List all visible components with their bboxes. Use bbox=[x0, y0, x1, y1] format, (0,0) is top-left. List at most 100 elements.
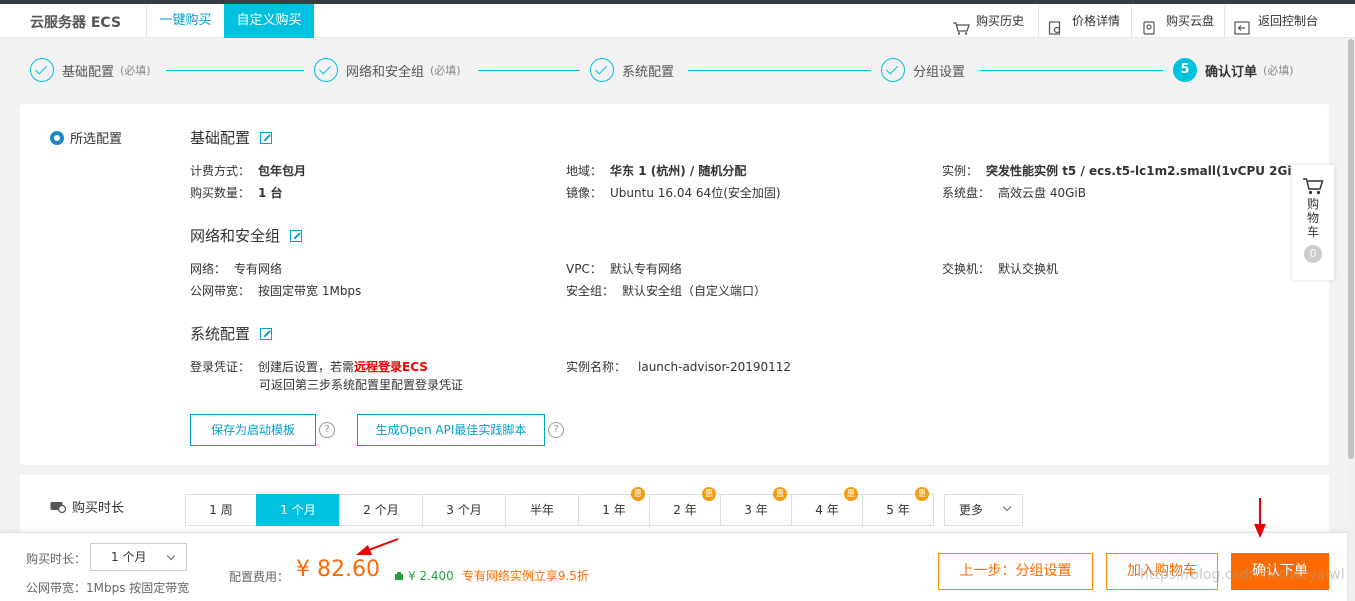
nav-buy-disk[interactable]: 购买云盘 bbox=[1142, 4, 1214, 38]
vpc-row: VPC： 默认专有网络 bbox=[566, 260, 682, 277]
divider bbox=[1224, 4, 1225, 38]
system-disk-row: 系统盘： 高效云盘 40GiB bbox=[942, 184, 1086, 201]
step-connector bbox=[688, 70, 871, 71]
help-icon[interactable]: ? bbox=[319, 422, 335, 438]
discount-badge: 惠 bbox=[915, 487, 929, 501]
duration-option[interactable]: 1 周 bbox=[185, 494, 257, 526]
duration-title: 购买时长 bbox=[50, 497, 124, 516]
nav-back-console[interactable]: 返回控制台 bbox=[1234, 4, 1318, 38]
check-icon bbox=[30, 58, 54, 82]
footer-duration-label: 购买时长： bbox=[26, 552, 87, 566]
tab-quick-buy[interactable]: 一键购买 bbox=[146, 4, 224, 38]
nav-purchase-history[interactable]: 购买历史 bbox=[952, 4, 1024, 38]
price-value: ¥ 82.60 bbox=[296, 557, 380, 582]
shopping-cart-panel[interactable]: 购物车 0 bbox=[1292, 165, 1334, 280]
save-template-button[interactable]: 保存为启动模板 bbox=[190, 414, 316, 446]
nav-label: 购买历史 bbox=[976, 14, 1025, 28]
duration-option-2y[interactable]: 2 年惠 bbox=[649, 487, 721, 526]
key: VPC： bbox=[566, 262, 602, 276]
tab-custom-buy[interactable]: 自定义购买 bbox=[224, 4, 314, 38]
duration-option-4y[interactable]: 4 年惠 bbox=[791, 487, 863, 526]
key: 系统盘： bbox=[942, 186, 991, 200]
duration-option-5y[interactable]: 5 年惠 bbox=[862, 487, 934, 526]
nav-price-details[interactable]: 价格详情 bbox=[1048, 4, 1120, 38]
step-label: 分组设置 bbox=[913, 64, 966, 80]
login-row: 登录凭证： 创建后设置，若需远程登录ECS bbox=[190, 358, 428, 375]
value: 创建后设置，若需 bbox=[258, 360, 355, 374]
prev-step-button[interactable]: 上一步：分组设置 bbox=[938, 553, 1093, 590]
key: 实例名称： bbox=[566, 360, 627, 374]
nav-label: 返回控制台 bbox=[1258, 14, 1319, 28]
nav-label: 购买云盘 bbox=[1166, 14, 1215, 28]
key: 实例： bbox=[942, 164, 979, 178]
scrollbar[interactable] bbox=[1347, 39, 1355, 601]
value: 默认安全组（自定义端口） bbox=[622, 284, 767, 298]
progress-steps: 基础配置 (必填) 网络和安全组 (必填) 系统配置 分组设置 5 确认订单 (… bbox=[0, 39, 1347, 103]
value: 华东 1 (杭州) / 随机分配 bbox=[610, 164, 747, 178]
saving-icon bbox=[395, 571, 403, 580]
generate-api-script-button[interactable]: 生成Open API最佳实践脚本 bbox=[357, 414, 545, 446]
remote-login-link[interactable]: 远程登录ECS bbox=[354, 360, 428, 374]
value: 默认交换机 bbox=[998, 262, 1059, 276]
duration-option-selected[interactable]: 1 个月 bbox=[256, 494, 340, 526]
quantity-row: 购买数量： 1 台 bbox=[190, 184, 283, 201]
edit-icon[interactable] bbox=[290, 229, 303, 242]
chevron-down-icon bbox=[1002, 502, 1012, 512]
order-footer: 购买时长： 1 个月 公网带宽：1Mbps 按固定带宽 配置费用： ¥ 82.6… bbox=[0, 532, 1347, 601]
step-group[interactable]: 分组设置 bbox=[881, 58, 965, 82]
option-label: 3 年 bbox=[744, 503, 768, 517]
value: 默认专有网络 bbox=[609, 262, 682, 276]
key: 网络： bbox=[190, 262, 227, 276]
edit-icon[interactable] bbox=[260, 327, 273, 340]
edit-icon[interactable] bbox=[260, 131, 273, 144]
value: 高效云盘 40GiB bbox=[998, 186, 1086, 200]
vswitch-row: 交换机： 默认交换机 bbox=[942, 260, 1058, 277]
selected-config-title: 所选配置 bbox=[50, 128, 122, 147]
heading-text: 基础配置 bbox=[190, 129, 251, 147]
key: 地域： bbox=[566, 164, 603, 178]
card-icon bbox=[50, 501, 66, 513]
back-icon bbox=[1234, 14, 1250, 35]
option-label: 5 年 bbox=[886, 503, 910, 517]
confirm-order-button[interactable]: 确认下单 bbox=[1231, 553, 1329, 590]
cart-count: 0 bbox=[1304, 245, 1322, 263]
divider bbox=[1038, 4, 1039, 38]
annotation-arrow-price bbox=[356, 538, 399, 555]
step-connector bbox=[166, 70, 304, 71]
duration-option[interactable]: 半年 bbox=[505, 494, 579, 526]
option-label: 2 年 bbox=[673, 503, 697, 517]
top-bar: 云服务器 ECS 一键购买 自定义购买 购买历史 价格详情 购买云盘 返回控制台 bbox=[0, 4, 1355, 38]
step-required: (必填) bbox=[1263, 64, 1294, 77]
key: 公网带宽： bbox=[190, 284, 251, 298]
key: 镜像： bbox=[566, 186, 603, 200]
help-icon[interactable]: ? bbox=[548, 422, 564, 438]
value: 1 台 bbox=[258, 186, 283, 200]
duration-option[interactable]: 3 个月 bbox=[422, 494, 506, 526]
duration-option-3y[interactable]: 3 年惠 bbox=[720, 487, 792, 526]
step-basic[interactable]: 基础配置 (必填) bbox=[30, 58, 151, 82]
region-row: 地域： 华东 1 (杭州) / 随机分配 bbox=[566, 162, 746, 179]
value: Ubuntu 16.04 64位(安全加固) bbox=[610, 186, 781, 200]
document-icon bbox=[1048, 14, 1064, 35]
footer-duration-select[interactable]: 1 个月 bbox=[90, 543, 187, 571]
key: 登录凭证： bbox=[190, 360, 251, 374]
step-network[interactable]: 网络和安全组 (必填) bbox=[314, 58, 461, 82]
instance-name-row: 实例名称： launch-advisor-20190112 bbox=[566, 358, 791, 375]
duration-option[interactable]: 2 个月 bbox=[339, 494, 423, 526]
discount-badge: 惠 bbox=[631, 487, 645, 501]
step-label: 系统配置 bbox=[622, 64, 675, 80]
fee-label: 配置费用： bbox=[229, 570, 290, 584]
selected-config-card: 所选配置 基础配置 计费方式： 包年包月 购买数量： 1 台 地域： 华东 1 (杭州… bbox=[20, 104, 1329, 465]
discount-badge: 惠 bbox=[773, 487, 787, 501]
add-to-cart-button[interactable]: 加入购物车 bbox=[1106, 553, 1218, 590]
step-system[interactable]: 系统配置 bbox=[590, 58, 674, 82]
value: 专有网络 bbox=[234, 262, 283, 276]
image-row: 镜像： Ubuntu 16.04 64位(安全加固) bbox=[566, 184, 781, 201]
duration-option-1y[interactable]: 1 年惠 bbox=[578, 487, 650, 526]
check-icon bbox=[881, 58, 905, 82]
duration-label: 购买时长 bbox=[72, 501, 125, 516]
more-duration-dropdown[interactable]: 更多 bbox=[944, 494, 1023, 526]
scrollbar-thumb[interactable] bbox=[1348, 39, 1354, 459]
product-title: 云服务器 ECS bbox=[30, 15, 122, 31]
divider bbox=[1131, 4, 1132, 38]
